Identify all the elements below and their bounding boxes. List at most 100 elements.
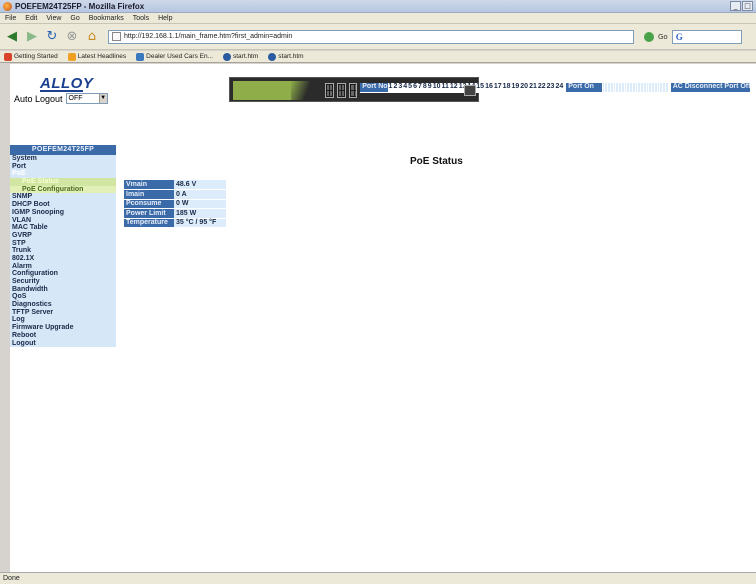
sidebar-item-bandwidth[interactable]: Bandwidth — [10, 285, 116, 294]
bookmark-getting-started[interactable]: Getting Started — [4, 52, 58, 61]
sidebar-item-stp[interactable]: STP — [10, 239, 116, 248]
sidebar-item-firmware-upgrade[interactable]: Firmware Upgrade — [10, 324, 116, 332]
sidebar-item-configuration[interactable]: Configuration — [10, 270, 116, 278]
firefox-icon — [4, 52, 12, 61]
row-label: AC Disconnect Port Off — [670, 83, 751, 93]
table-row: Power Limit 185 W — [124, 208, 226, 219]
port-number: 15 — [475, 83, 485, 93]
forward-icon[interactable]: ▶ — [24, 29, 40, 45]
sidebar-item-poe-configuration[interactable]: PoE Configuration — [10, 185, 116, 194]
go-icon[interactable] — [644, 31, 654, 42]
sidebar-item-alarm[interactable]: Alarm — [10, 262, 116, 271]
bookmark-start-2[interactable]: start.htm — [268, 52, 304, 61]
bookmark-label: start.htm — [233, 53, 259, 60]
auto-logout: Auto Logout OFF ▼ — [14, 93, 108, 104]
window-title: POEFEM24T25FP - Mozilla Firefox — [15, 1, 145, 11]
auto-logout-label: Auto Logout — [14, 93, 63, 104]
port-number-row: Port No123456789101112131415161718192021… — [360, 83, 564, 98]
sidebar-item-vlan[interactable]: VLAN — [10, 216, 116, 225]
sidebar-item-tftp-server[interactable]: TFTP Server — [10, 308, 116, 317]
page-icon — [112, 32, 121, 41]
menu-file[interactable]: File — [5, 15, 16, 22]
globe-icon — [223, 52, 231, 61]
minimize-button[interactable]: _ — [730, 1, 741, 11]
sidebar-item-802-1x[interactable]: 802.1X — [10, 254, 116, 263]
search-input[interactable]: G — [671, 29, 742, 44]
sidebar-item-system[interactable]: System — [10, 155, 116, 163]
menu-help[interactable]: Help — [158, 15, 172, 22]
navigation-toolbar: ◀ ▶ ↻ ⊗ ⌂ http://192.168.1.1/main_frame.… — [0, 24, 756, 50]
menu-bookmarks[interactable]: Bookmarks — [89, 15, 124, 22]
summary-value: 0 W — [174, 199, 226, 209]
sfp-port — [464, 85, 476, 96]
row-label: Port On — [566, 83, 603, 93]
stop-icon[interactable]: ⊗ — [64, 29, 80, 45]
port-group — [336, 83, 346, 98]
url-input[interactable]: http://192.168.1.1/main_frame.htm?first_… — [108, 29, 634, 44]
page-content: ALLOY Auto Logout OFF ▼ Port No 1 2 3 4 5 6 7 8 9… — [10, 64, 756, 572]
sidebar-item-trunk[interactable]: Trunk — [10, 247, 116, 255]
summary-value: 48.6 V — [174, 180, 226, 190]
port-number: 23 — [545, 83, 555, 93]
sidebar-item-log[interactable]: Log — [10, 316, 116, 325]
logo-underline — [40, 90, 83, 92]
sidebar-item-mac-table[interactable]: MAC Table — [10, 224, 116, 232]
sidebar-header: POEFEM24T25FP — [10, 145, 116, 155]
back-icon[interactable]: ◀ — [4, 29, 20, 45]
menu-go[interactable]: Go — [70, 15, 79, 22]
sidebar-item-poe-status[interactable]: PoE Status — [10, 178, 116, 186]
menu-view[interactable]: View — [46, 15, 61, 22]
sidebar-item-igmp-snooping[interactable]: IGMP Snooping — [10, 208, 116, 217]
port-number: 20 — [519, 83, 529, 93]
menu-bar: File Edit View Go Bookmarks Tools Help — [0, 13, 756, 24]
bookmarks-toolbar: Getting Started Latest Headlines Dealer … — [0, 51, 756, 63]
bookmark-dealer-used-cars[interactable]: Dealer Used Cars En... — [136, 52, 213, 61]
port-no-label: Port No — [360, 83, 389, 93]
port-number: 17 — [492, 83, 503, 93]
menu-tools[interactable]: Tools — [133, 15, 149, 22]
table-row: Imain 0 A — [124, 189, 226, 200]
menu-edit[interactable]: Edit — [25, 15, 37, 22]
sidebar-item-security[interactable]: Security — [10, 278, 116, 286]
sidebar-item-dhcp-boot[interactable]: DHCP Boot — [10, 201, 116, 209]
home-icon[interactable]: ⌂ — [84, 29, 100, 45]
sidebar-item-reboot[interactable]: Reboot — [10, 331, 116, 340]
maximize-button[interactable]: □ — [742, 1, 753, 11]
bookmark-start-1[interactable]: start.htm — [223, 52, 259, 61]
page-title: PoE Status — [410, 156, 463, 167]
summary-label: Temperature — [124, 218, 174, 228]
bookmark-label: start.htm — [278, 53, 304, 60]
sidebar-item-qos[interactable]: QoS — [10, 293, 116, 302]
table-row: Pconsume 0 W — [124, 199, 226, 209]
go-area: Go — [644, 31, 668, 42]
port-number: 21 — [528, 83, 538, 93]
bookmark-latest-headlines[interactable]: Latest Headlines — [67, 52, 126, 61]
summary-value: 35 °C / 95 °F — [174, 218, 226, 228]
bookmark-label: Dealer Used Cars En... — [146, 53, 213, 60]
table-row: Port On — [566, 83, 668, 98]
port-number: 11 — [440, 83, 450, 93]
port-number: 18 — [501, 83, 511, 93]
sidebar-item-gvrp[interactable]: GVRP — [10, 231, 116, 240]
firefox-icon — [3, 1, 12, 11]
globe-icon — [268, 52, 277, 61]
browser-status-bar: Done — [0, 572, 756, 584]
sidebar-item-port[interactable]: Port — [10, 162, 116, 171]
sidebar-nav: POEFEM24T25FP System Port PoE PoE Status… — [10, 145, 116, 348]
reload-icon[interactable]: ↻ — [44, 29, 60, 45]
sidebar-item-snmp[interactable]: SNMP — [10, 193, 116, 202]
go-label[interactable]: Go — [658, 33, 668, 41]
table-row: AC Disconnect Port Off — [670, 83, 756, 98]
summary-label: Pconsume — [124, 199, 174, 209]
summary-value: 0 A — [174, 189, 226, 200]
auto-logout-select[interactable]: OFF ▼ — [65, 93, 108, 104]
window-titlebar: POEFEM24T25FP - Mozilla Firefox _ □ — [0, 0, 756, 13]
bookmark-label: Getting Started — [14, 53, 58, 60]
panel-label-area — [233, 81, 291, 100]
sidebar-item-diagnostics[interactable]: Diagnostics — [10, 301, 116, 309]
sidebar-item-logout[interactable]: Logout — [10, 339, 116, 348]
page-icon — [136, 52, 145, 61]
chevron-down-icon: ▼ — [98, 94, 107, 103]
port-number: 22 — [536, 83, 547, 93]
sidebar-item-poe[interactable]: PoE — [10, 170, 116, 179]
